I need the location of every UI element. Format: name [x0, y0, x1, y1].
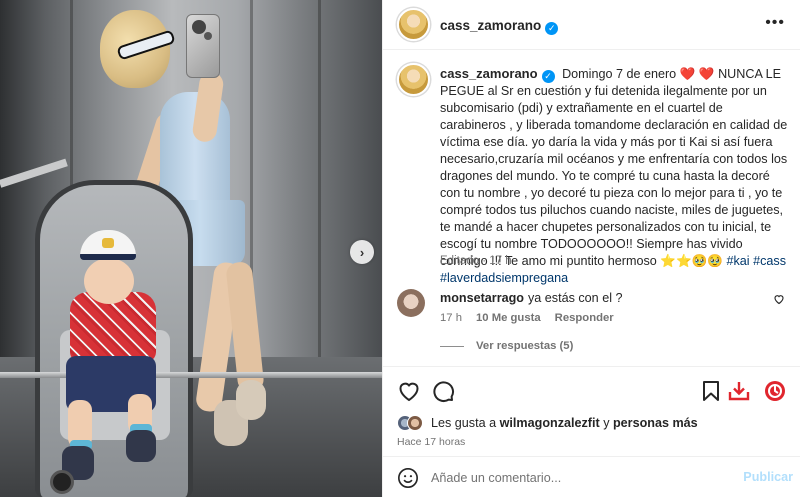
reply-button[interactable]: Responder	[555, 312, 614, 324]
woman-shoe	[236, 380, 266, 420]
commenter-avatar[interactable]	[397, 289, 425, 317]
likes-others-link[interactable]: personas más	[613, 416, 698, 430]
baby-face	[84, 258, 134, 304]
likes-summary: Les gusta a wilmagonzalezfit y personas …	[397, 412, 698, 434]
caption-avatar[interactable]	[397, 63, 430, 96]
liker-username[interactable]: wilmagonzalezfit	[500, 416, 600, 430]
stroller-wheel	[50, 470, 74, 494]
post-comment-button[interactable]: Publicar	[743, 470, 793, 484]
edited-label: Editado · 17 h	[440, 255, 512, 267]
author-avatar[interactable]	[397, 8, 430, 41]
post-photo[interactable]: ›	[0, 0, 382, 497]
caption-text: NUNCA LE PEGUE al Sr en cuestión y fui d…	[440, 67, 788, 268]
comment-input[interactable]	[431, 466, 731, 490]
elevator-seam	[318, 0, 321, 357]
verified-badge-icon: ✓	[541, 70, 555, 83]
caption-hearts: ❤️ ❤️	[679, 67, 715, 81]
comment-likes[interactable]: 10 Me gusta	[476, 312, 541, 324]
comment-text: monsetarrago ya estás con el ?	[440, 291, 623, 305]
phone	[186, 14, 220, 78]
liker-avatar	[407, 415, 423, 431]
view-replies-button[interactable]: Ver respuestas (5)	[440, 340, 573, 352]
verified-badge-icon: ✓	[545, 22, 559, 35]
caption-date: Domingo 7 de enero	[562, 67, 677, 81]
extension-icon[interactable]	[763, 379, 787, 403]
elevator-rail	[0, 372, 382, 378]
post-caption: cass_zamorano ✓ Domingo 7 de enero ❤️ ❤️ …	[440, 65, 790, 287]
next-photo-button[interactable]: ›	[350, 240, 374, 264]
comment-meta: 17 h 10 Me gusta Responder	[440, 312, 614, 324]
add-comment-bar: Publicar	[383, 456, 800, 497]
comment-icon[interactable]	[431, 379, 455, 403]
chevron-right-icon: ›	[359, 244, 365, 260]
baby-shoe	[126, 430, 156, 462]
hashtag-link[interactable]: #kai	[727, 254, 750, 268]
comments-area: cass_zamorano ✓ Domingo 7 de enero ❤️ ❤️ …	[383, 51, 800, 366]
post-header: cass_zamorano ✓ •••	[383, 0, 800, 50]
heart-icon[interactable]	[397, 379, 421, 403]
caption-emojis: ⭐⭐🥹🥹	[660, 254, 723, 268]
more-options-icon[interactable]: •••	[765, 14, 785, 32]
comment-heart-icon[interactable]	[773, 293, 785, 308]
bookmark-icon[interactable]	[699, 379, 723, 403]
post-side-panel: cass_zamorano ✓ ••• cass_zamorano ✓ Doming…	[382, 0, 800, 497]
comment-username[interactable]: monsetarrago	[440, 291, 524, 305]
caption-username[interactable]: cass_zamorano	[440, 66, 538, 81]
post-timestamp: Hace 17 horas	[397, 436, 466, 448]
download-icon[interactable]	[727, 379, 751, 403]
action-bar	[383, 366, 800, 412]
emoji-icon[interactable]	[397, 467, 419, 489]
header-username[interactable]: cass_zamorano ✓	[440, 18, 559, 35]
elevator-handrail	[0, 158, 68, 188]
comment-time: 17 h	[440, 312, 462, 324]
hashtag-link[interactable]: #laverdadsiempregana	[440, 271, 568, 285]
hashtag-link[interactable]: #cass	[753, 254, 786, 268]
